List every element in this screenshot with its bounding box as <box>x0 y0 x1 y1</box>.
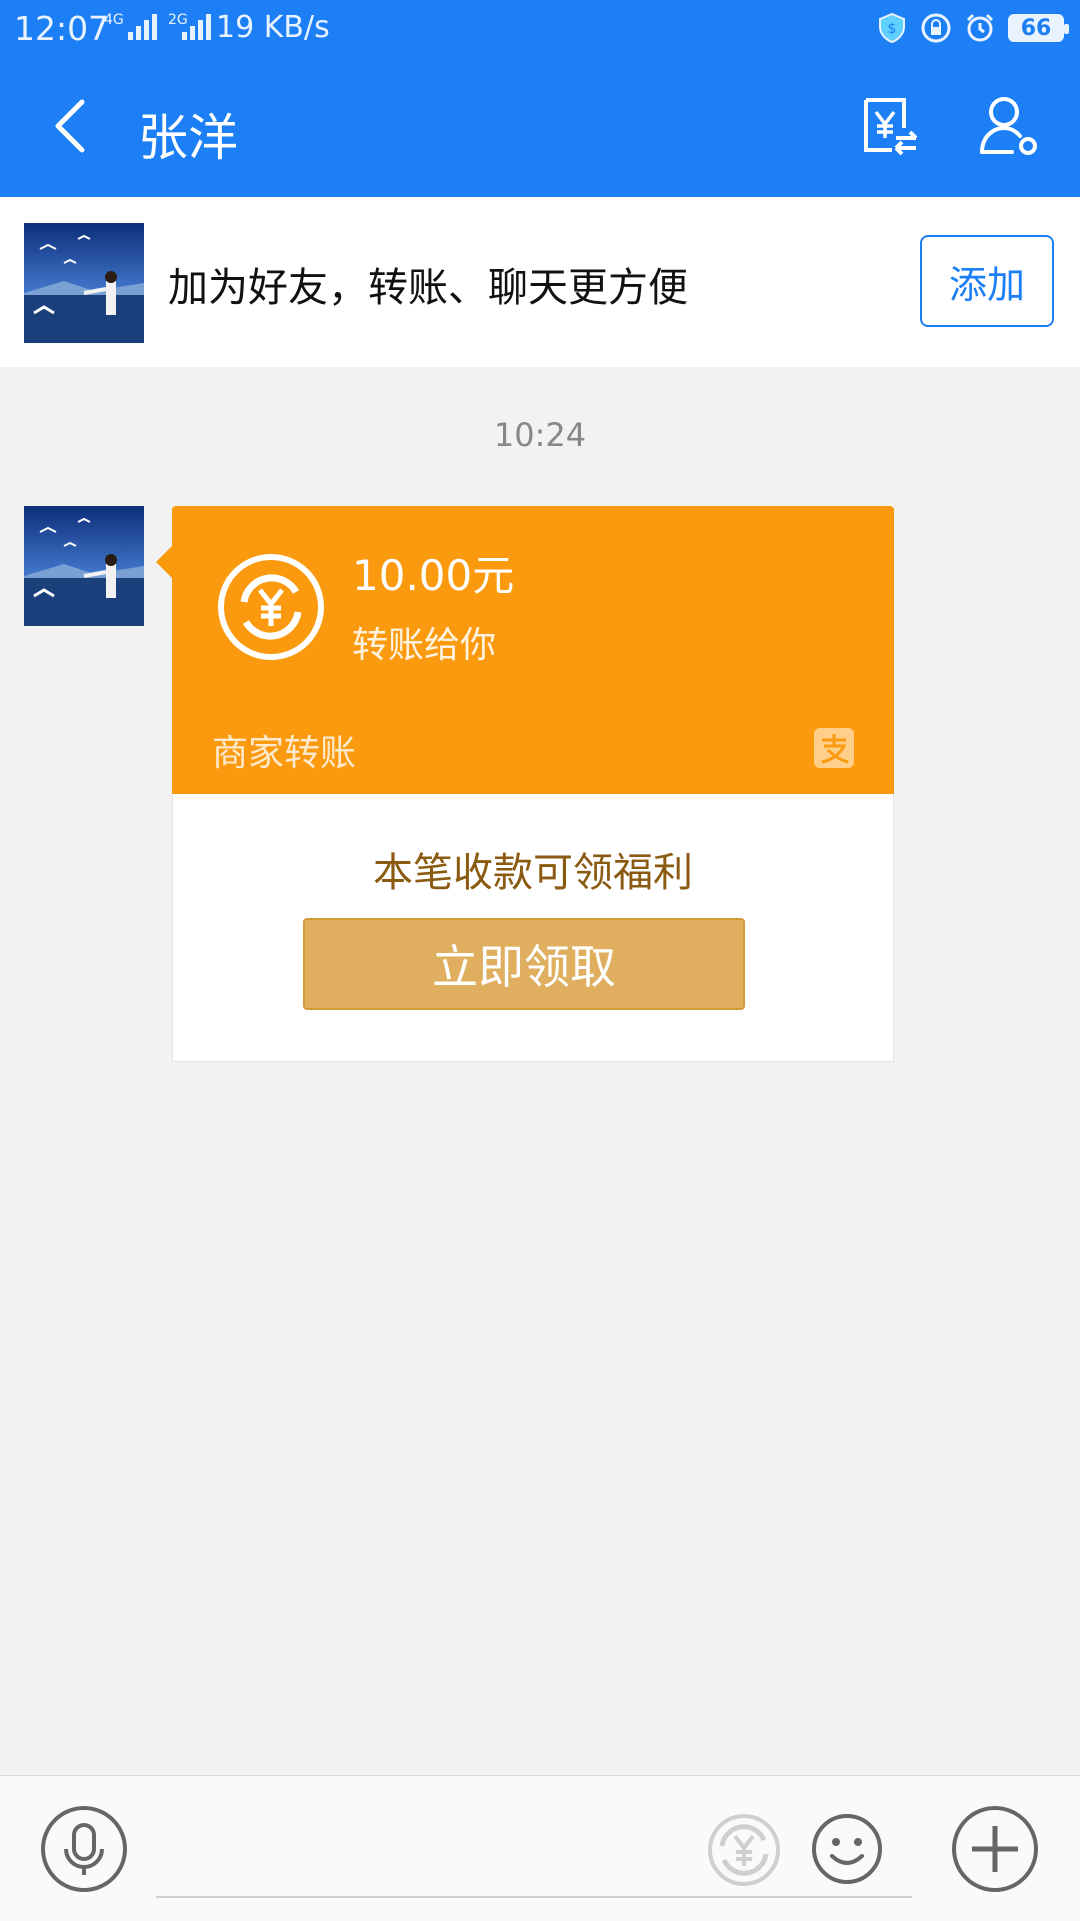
profile-settings-icon[interactable] <box>978 94 1040 158</box>
emoji-icon[interactable] <box>810 1812 884 1886</box>
transfer-card-header[interactable]: 10.00元 转账给你 商家转账 <box>156 506 894 794</box>
sender-avatar[interactable] <box>24 506 144 626</box>
svg-text:$: $ <box>888 21 897 37</box>
add-friend-button[interactable]: 添加 <box>920 235 1054 327</box>
network-type-primary: 4G <box>104 12 124 28</box>
shield-icon: $ <box>879 12 905 44</box>
avatar-photo <box>24 506 144 626</box>
input-underline <box>156 1896 912 1898</box>
lock-rotation-icon <box>921 13 951 43</box>
transfer-icon[interactable] <box>860 94 920 158</box>
merchant-transfer-label: 商家转账 <box>212 733 357 774</box>
status-time: 12:07 <box>14 9 110 48</box>
transfer-money-icon[interactable] <box>706 1812 782 1888</box>
message-input[interactable] <box>156 1816 680 1888</box>
battery-level: 66 <box>1020 15 1052 41</box>
chat-title: 张洋 <box>138 109 238 167</box>
transfer-card-benefit: 本笔收款可领福利 立即领取 <box>172 794 894 1062</box>
signal-icon <box>128 14 157 40</box>
avatar[interactable] <box>24 223 144 343</box>
benefit-text: 本笔收款可领福利 <box>373 850 693 896</box>
add-friend-banner: 加为好友，转账、聊天更方便 添加 <box>0 197 1080 367</box>
signal-icon-2 <box>182 14 211 40</box>
add-friend-prompt: 加为好友，转账、聊天更方便 <box>168 265 688 311</box>
status-icons: $ 66 <box>876 10 1069 46</box>
voice-input-icon[interactable] <box>40 1805 128 1893</box>
message-timestamp: 10:24 <box>493 416 587 454</box>
yuan-transfer-icon <box>218 554 324 660</box>
battery-indicator: 66 <box>1008 14 1069 42</box>
top-bar: 12:07 4G 2G 19 KB/s $ 66 张洋 <box>0 0 1080 197</box>
nav-bar: 张洋 <box>0 70 1080 190</box>
transfer-amount: 10.00元 <box>352 551 515 600</box>
status-bar: 12:07 4G 2G 19 KB/s $ 66 <box>0 0 1080 56</box>
avatar-photo <box>24 223 144 343</box>
back-arrow-icon[interactable] <box>48 96 96 156</box>
claim-benefit-button[interactable]: 立即领取 <box>303 918 745 1010</box>
alipay-icon <box>814 728 854 768</box>
transfer-card[interactable]: 10.00元 转账给你 商家转账 本笔收款可领福利 立即领取 <box>156 506 894 1062</box>
alarm-icon <box>966 13 994 42</box>
transfer-subtitle: 转账给你 <box>352 625 497 666</box>
message-input-bar <box>0 1775 1080 1921</box>
more-options-icon[interactable] <box>950 1804 1040 1894</box>
network-speed: 19 KB/s <box>216 10 330 45</box>
